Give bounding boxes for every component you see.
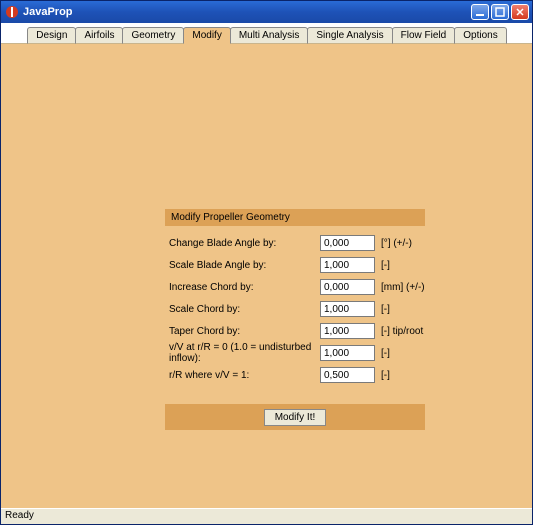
field-input[interactable] [320, 323, 375, 339]
tab-options[interactable]: Options [454, 27, 506, 44]
status-bar: Ready [1, 508, 532, 524]
tab-geometry[interactable]: Geometry [122, 27, 184, 44]
form-row: Taper Chord by: [-] tip/root [165, 320, 425, 342]
tab-multi-analysis[interactable]: Multi Analysis [230, 27, 309, 44]
field-input[interactable] [320, 301, 375, 317]
form-row: v/V at r/R = 0 (1.0 = undisturbed inflow… [165, 342, 425, 364]
panel-header: Modify Propeller Geometry [165, 209, 425, 226]
client-area: Modify Propeller Geometry Change Blade A… [1, 44, 532, 508]
modify-button[interactable]: Modify It! [264, 409, 327, 426]
app-window: JavaProp DesignAirfoilsGeometryModifyMul… [0, 0, 533, 525]
tab-modify[interactable]: Modify [183, 27, 230, 44]
field-label: Taper Chord by: [165, 326, 320, 337]
title-bar: JavaProp [1, 1, 532, 23]
tab-design[interactable]: Design [27, 27, 76, 44]
form-rows: Change Blade Angle by: [°] (+/-) Scale Bla… [165, 232, 425, 386]
form-row: Scale Blade Angle by: [-] [165, 254, 425, 276]
field-unit: [-] [381, 304, 390, 315]
form-row: Change Blade Angle by: [°] (+/-) [165, 232, 425, 254]
field-label: Scale Blade Angle by: [165, 260, 320, 271]
tab-strip: DesignAirfoilsGeometryModifyMulti Analys… [1, 23, 532, 44]
field-unit: [mm] (+/-) [381, 282, 425, 293]
form-row: r/R where v/V = 1: [-] [165, 364, 425, 386]
field-unit: [-] [381, 370, 390, 381]
form-row: Increase Chord by: [mm] (+/-) [165, 276, 425, 298]
app-icon [5, 5, 19, 19]
field-input[interactable] [320, 367, 375, 383]
close-button[interactable] [511, 4, 529, 20]
field-label: r/R where v/V = 1: [165, 370, 320, 381]
field-label: Scale Chord by: [165, 304, 320, 315]
modify-panel: Modify Propeller Geometry Change Blade A… [165, 209, 425, 430]
minimize-button[interactable] [471, 4, 489, 20]
field-unit: [°] (+/-) [381, 238, 412, 249]
field-label: v/V at r/R = 0 (1.0 = undisturbed inflow… [165, 342, 320, 364]
tab-flow-field[interactable]: Flow Field [392, 27, 456, 44]
status-text: Ready [5, 510, 34, 521]
field-unit: [-] [381, 348, 390, 359]
field-input[interactable] [320, 279, 375, 295]
field-label: Increase Chord by: [165, 282, 320, 293]
form-row: Scale Chord by: [-] [165, 298, 425, 320]
field-unit: [-] tip/root [381, 326, 423, 337]
maximize-button[interactable] [491, 4, 509, 20]
window-buttons [471, 4, 529, 20]
field-input[interactable] [320, 345, 375, 361]
field-input[interactable] [320, 235, 375, 251]
tab-airfoils[interactable]: Airfoils [75, 27, 123, 44]
field-label: Change Blade Angle by: [165, 238, 320, 249]
tab-single-analysis[interactable]: Single Analysis [307, 27, 392, 44]
field-unit: [-] [381, 260, 390, 271]
window-title: JavaProp [23, 6, 471, 18]
field-input[interactable] [320, 257, 375, 273]
button-bar: Modify It! [165, 404, 425, 430]
